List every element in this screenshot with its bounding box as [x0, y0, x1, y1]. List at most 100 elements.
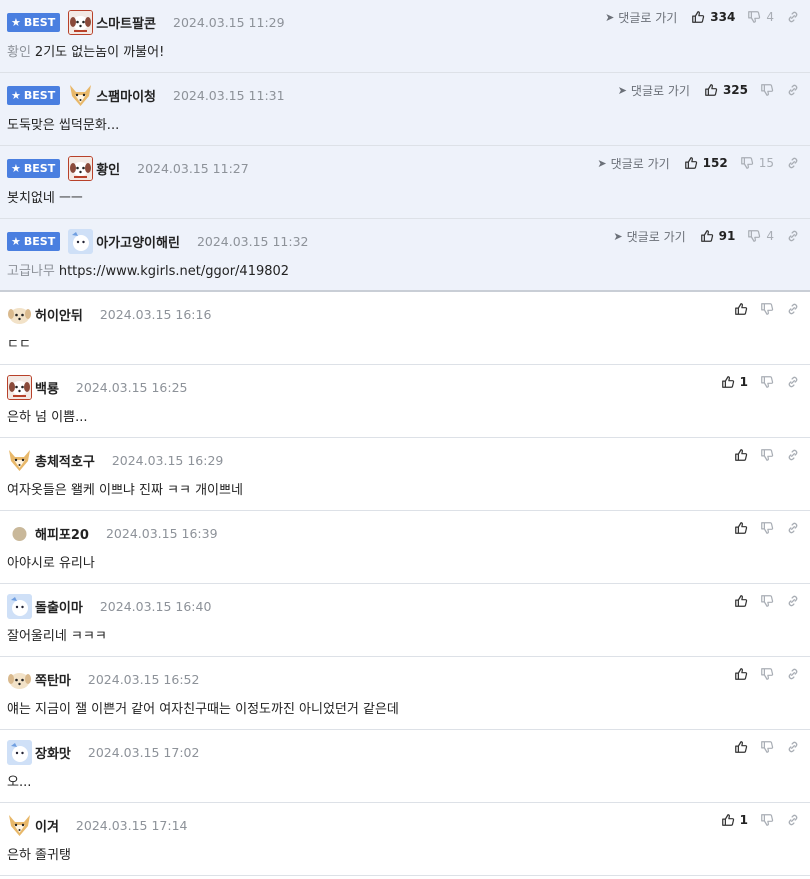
author-name[interactable]: 총체적호구 — [35, 451, 95, 470]
upvote-button[interactable] — [734, 740, 748, 754]
goto-comment-link[interactable]: ➤ 댓글로 가기 — [613, 228, 685, 245]
upvote-button[interactable]: 334 — [691, 10, 735, 24]
best-label: BEST — [23, 15, 56, 29]
avatar[interactable] — [68, 83, 93, 108]
author-name[interactable]: 스마트팔콘 — [96, 13, 156, 32]
downvote-count: 4 — [766, 10, 774, 24]
author-name[interactable]: 이겨 — [35, 816, 59, 835]
comment-body: 2기도 없는놈이 까불어! — [34, 45, 165, 60]
avatar[interactable] — [7, 813, 32, 838]
reply-target[interactable]: 고급나무 — [7, 264, 55, 279]
best-label: BEST — [23, 234, 56, 248]
upvote-button[interactable]: 1 — [721, 375, 748, 389]
avatar[interactable] — [68, 228, 94, 254]
upvote-count: 152 — [702, 156, 728, 170]
comment-text: 얘는 지금이 잴 이쁜거 같어 여자친구때는 이정도까진 아니었던거 같은데 — [7, 698, 399, 717]
link-icon[interactable] — [786, 302, 800, 316]
author-name[interactable]: 아가고양이해린 — [96, 232, 180, 251]
star-icon: ★ — [11, 15, 21, 29]
link-icon[interactable] — [786, 448, 800, 462]
thumbs-up-icon — [700, 230, 713, 242]
comment-row: 총체적호구 2024.03.15 16:29 여자옷들은 왤케 이쁘냐 진짜 ㅋ… — [0, 438, 810, 511]
avatar[interactable] — [7, 374, 32, 400]
goto-comment-link[interactable]: ➤ 댓글로 가기 — [605, 9, 677, 26]
avatar[interactable] — [7, 593, 32, 619]
link-icon[interactable] — [786, 521, 800, 535]
downvote-button[interactable] — [760, 448, 774, 462]
downvote-button[interactable]: 15 — [740, 156, 774, 170]
author-name[interactable]: 스팸마이청 — [96, 86, 156, 105]
avatar[interactable] — [7, 302, 32, 327]
comment-text: 봇치없네 ㅡㅡ — [7, 187, 83, 206]
downvote-button[interactable] — [760, 740, 774, 754]
upvote-button[interactable] — [734, 594, 748, 608]
comment-date: 2024.03.15 16:40 — [99, 598, 212, 614]
avatar[interactable] — [7, 667, 32, 692]
downvote-button[interactable] — [760, 83, 774, 97]
downvote-button[interactable]: 4 — [747, 10, 774, 24]
comment-actions: 1 — [721, 373, 800, 391]
avatar[interactable] — [7, 739, 32, 765]
downvote-button[interactable] — [760, 521, 774, 535]
upvote-count: 91 — [718, 229, 736, 243]
comment-header: 장화맛 2024.03.15 17:02 — [7, 739, 199, 765]
comment-date: 2024.03.15 11:29 — [173, 14, 285, 30]
link-icon[interactable] — [786, 594, 800, 608]
author-name[interactable]: 황인 — [96, 159, 120, 178]
downvote-button[interactable]: 4 — [747, 229, 774, 243]
downvote-button[interactable] — [760, 667, 774, 681]
link-icon[interactable] — [786, 83, 800, 97]
upvote-button[interactable]: 1 — [721, 813, 748, 827]
comment-header: ★ BEST 스팸마이청 2024.03.15 11:31 — [7, 82, 285, 108]
avatar[interactable] — [7, 448, 32, 473]
comment-text: ㄷㄷ — [7, 333, 31, 352]
comment-header: 돌출이마 2024.03.15 16:40 — [7, 593, 211, 619]
comment-date: 2024.03.15 11:31 — [173, 87, 285, 103]
goto-label: 댓글로 가기 — [626, 229, 686, 244]
avatar[interactable] — [7, 521, 32, 546]
link-icon[interactable] — [786, 813, 800, 827]
comment-row: ★ BEST 스팸마이청 2024.03.15 11:31 도둑맞은 씹덕문화..… — [0, 73, 810, 146]
upvote-button[interactable]: 325 — [704, 83, 748, 97]
upvote-button[interactable] — [734, 302, 748, 316]
goto-comment-link[interactable]: ➤ 댓글로 가기 — [618, 82, 690, 99]
author-name[interactable]: 돌출이마 — [35, 597, 83, 616]
upvote-button[interactable]: 91 — [700, 229, 736, 243]
author-name[interactable]: 해피포20 — [35, 524, 89, 543]
comment-text: 잘어울리네 ㅋㅋㅋ — [7, 625, 107, 644]
upvote-button[interactable]: 152 — [684, 156, 728, 170]
comment-actions: ➤ 댓글로 가기 334 4 — [605, 8, 800, 26]
downvote-button[interactable] — [760, 813, 774, 827]
author-name[interactable]: 허이안뒤 — [35, 305, 83, 324]
reply-target[interactable]: 황인 — [7, 45, 31, 60]
comment-body: 봇치없네 ㅡㅡ — [7, 191, 83, 206]
send-arrow-icon: ➤ — [605, 10, 615, 24]
thumbs-up-icon — [721, 814, 734, 826]
link-icon[interactable] — [786, 156, 800, 170]
link-icon[interactable] — [786, 375, 800, 389]
author-name[interactable]: 백룡 — [35, 378, 59, 397]
avatar[interactable] — [68, 155, 94, 181]
downvote-button[interactable] — [760, 594, 774, 608]
comment-body: 아야시로 유리나 — [7, 556, 95, 571]
author-name[interactable]: 장화맛 — [35, 743, 71, 762]
downvote-button[interactable] — [760, 302, 774, 316]
avatar[interactable] — [68, 9, 94, 35]
upvote-button[interactable] — [734, 448, 748, 462]
downvote-count: 4 — [766, 229, 774, 243]
author-name[interactable]: 쪽탄마 — [35, 670, 71, 689]
link-icon[interactable] — [786, 229, 800, 243]
downvote-button[interactable] — [760, 375, 774, 389]
thumbs-down-icon — [761, 668, 774, 680]
upvote-button[interactable] — [734, 667, 748, 681]
link-icon[interactable] — [786, 740, 800, 754]
send-arrow-icon: ➤ — [617, 83, 627, 97]
upvote-button[interactable] — [734, 521, 748, 535]
link-icon[interactable] — [786, 667, 800, 681]
thumbs-down-icon — [761, 741, 774, 753]
goto-comment-link[interactable]: ➤ 댓글로 가기 — [597, 155, 669, 172]
comment-body: 은하 졸귀탱 — [7, 848, 71, 863]
comment-text: 은하 졸귀탱 — [7, 844, 71, 863]
link-icon[interactable] — [786, 10, 800, 24]
comment-body: 오... — [7, 775, 32, 790]
